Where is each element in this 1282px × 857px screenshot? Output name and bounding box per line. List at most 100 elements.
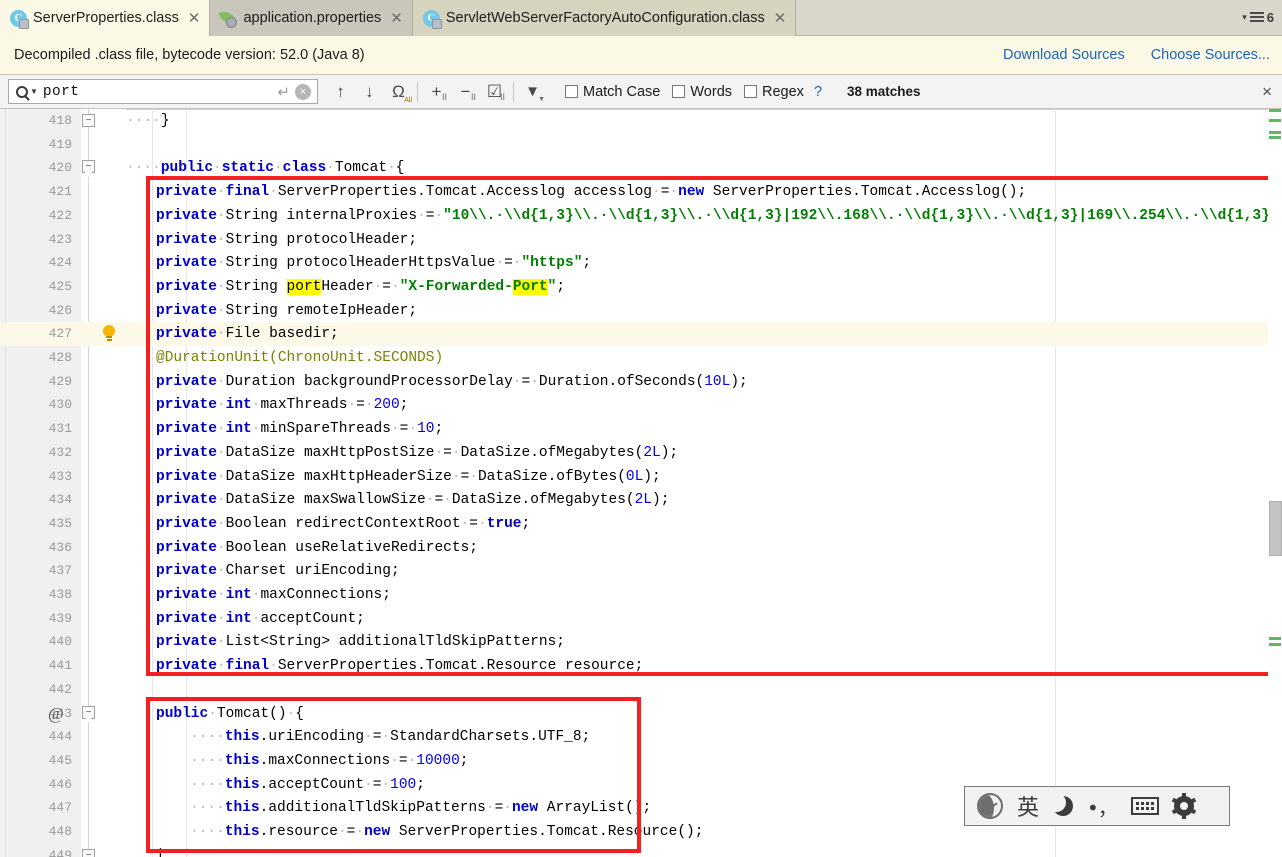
fold-region-icon[interactable]: − <box>82 705 95 724</box>
code-line[interactable]: 418 ····} <box>0 109 1282 133</box>
ime-input-toolbar[interactable]: 英 •， <box>964 786 1230 826</box>
code-line[interactable]: 436 private·Boolean useRelativeRedirects; <box>0 536 1282 560</box>
code-line[interactable]: 445 ····this.maxConnections·=·10000; <box>0 749 1282 773</box>
code-line[interactable]: 431 private·int·minSpareThreads·=·10; <box>0 417 1282 441</box>
code-line-text: private·DataSize maxHttpPostSize·=·DataS… <box>156 444 679 461</box>
regex-help-icon[interactable]: ? <box>814 84 822 100</box>
punctuation-mode-icon[interactable]: •， <box>1087 792 1118 821</box>
code-line[interactable]: 421 private·final·ServerProperties.Tomcat… <box>0 180 1282 204</box>
code-line[interactable]: 424 private·String protocolHeaderHttpsVal… <box>0 251 1282 275</box>
code-line[interactable]: 426 private·String remoteIpHeader; <box>0 299 1282 323</box>
tab-close-icon[interactable]: ✕ <box>390 11 403 26</box>
code-editor[interactable]: 418 ····} 419 420 ····public·static·class·To… <box>0 109 1282 857</box>
line-number: 430 <box>48 397 72 413</box>
regex-checkbox[interactable] <box>744 85 758 98</box>
download-sources-link[interactable]: Download Sources <box>1003 47 1125 63</box>
fold-region-icon[interactable]: − <box>82 160 95 178</box>
code-line[interactable]: 441 private·final·ServerProperties.Tomcat… <box>0 654 1282 678</box>
code-line[interactable]: 430 private·int·maxThreads·=·200; <box>0 393 1282 417</box>
occurrence-marker[interactable] <box>1269 131 1281 134</box>
match-case-checkbox[interactable] <box>565 85 578 98</box>
remove-line-button[interactable]: − II <box>451 78 480 106</box>
code-line-text: private·String protocolHeaderHttpsValue·… <box>156 255 592 272</box>
fold-region-end-icon[interactable]: − <box>82 114 95 127</box>
occurrence-marker[interactable] <box>1269 109 1281 112</box>
filter-button[interactable]: ▼ ▼ <box>518 78 547 106</box>
gear-icon[interactable] <box>1172 793 1197 819</box>
code-line[interactable]: 442 <box>0 678 1282 702</box>
line-number: 437 <box>48 563 72 579</box>
tab-close-icon[interactable]: ✕ <box>188 11 201 26</box>
code-line[interactable]: 449 | <box>0 844 1282 857</box>
match-case-option[interactable]: Match Case <box>565 84 660 100</box>
tab-close-icon[interactable]: ✕ <box>774 11 787 26</box>
choose-sources-link[interactable]: Choose Sources... <box>1151 47 1270 63</box>
search-icon <box>16 85 28 98</box>
find-previous-button[interactable]: ↑ <box>326 78 355 106</box>
line-number: 449 <box>48 847 72 857</box>
code-line[interactable]: 428 @DurationUnit(ChronoUnit.SECONDS) <box>0 346 1282 370</box>
code-line[interactable]: 438 private·int·maxConnections; <box>0 583 1282 607</box>
code-line[interactable]: 425 private·String portHeader·=·"X-Forwar… <box>0 275 1282 299</box>
code-line[interactable]: 439 private·int·acceptCount; <box>0 607 1282 631</box>
code-line[interactable]: 420 ····public·static·class·Tomcat·{ <box>0 156 1282 180</box>
fold-region-end-icon[interactable]: − <box>82 848 95 857</box>
close-find-toolbar-icon[interactable]: × <box>1262 82 1276 102</box>
code-line-text: public·Tomcat()·{ <box>156 705 304 722</box>
occurrence-marker[interactable] <box>1269 136 1281 139</box>
regex-option[interactable]: Regex <box>744 84 804 100</box>
line-number: 446 <box>48 776 72 792</box>
soft-keyboard-icon[interactable] <box>1130 797 1159 815</box>
code-line[interactable]: 437 private·Charset uriEncoding; <box>0 559 1282 583</box>
code-line[interactable]: 435 private·Boolean redirectContextRoot·=… <box>0 512 1282 536</box>
occurrence-marker[interactable] <box>1269 637 1281 640</box>
code-line-text: private·String portHeader·=·"X-Forwarded… <box>156 278 566 295</box>
toolbar-separator <box>513 81 514 102</box>
occurrence-marker[interactable] <box>1269 119 1281 122</box>
editor-marker-scrollbar[interactable] <box>1268 109 1282 857</box>
code-line[interactable]: 443 public·Tomcat()·{ <box>0 702 1282 726</box>
regex-label: Regex <box>762 83 804 100</box>
code-line[interactable]: 434 private·DataSize maxSwallowSize·=·Dat… <box>0 488 1282 512</box>
search-input[interactable]: ▼ port ↵ × <box>8 79 318 104</box>
words-checkbox[interactable] <box>672 85 686 98</box>
clear-search-icon[interactable]: × <box>295 83 311 100</box>
tab-application-properties[interactable]: application.properties ✕ <box>210 0 413 36</box>
tab-label: application.properties <box>243 10 382 26</box>
scrollbar-thumb[interactable] <box>1269 501 1282 556</box>
chevron-down-icon: ▾ <box>1242 12 1247 22</box>
occurrence-marker[interactable] <box>1269 643 1281 646</box>
code-line[interactable]: 432 private·DataSize maxHttpPostSize·=·Da… <box>0 441 1282 465</box>
ime-language-mode[interactable]: 英 <box>1017 790 1039 822</box>
line-number: 445 <box>48 752 72 768</box>
java-class-icon: C <box>10 9 29 29</box>
override-annotation-marker[interactable]: @ <box>48 704 64 724</box>
select-lines-button[interactable]: ☑ II <box>480 78 509 106</box>
code-line-text: private·String internalProxies·=·"10\\.·… <box>156 207 1282 224</box>
words-option[interactable]: Words <box>672 84 732 100</box>
tab-server-properties-class[interactable]: C ServerProperties.class ✕ <box>0 0 211 36</box>
line-number: 418 <box>48 113 72 128</box>
code-line[interactable]: 427 private·File basedir; <box>0 322 1282 347</box>
tab-overflow-indicator[interactable]: ▾ 6 <box>1242 0 1282 35</box>
code-line[interactable]: 433 private·DataSize maxHttpHeaderSize·=·… <box>0 465 1282 489</box>
code-line[interactable]: 444 ····this.uriEncoding·=·StandardCharse… <box>0 725 1282 749</box>
line-number: 424 <box>48 255 72 271</box>
select-all-occurrences-button[interactable]: Ω All <box>384 78 413 106</box>
line-number: 444 <box>48 729 72 745</box>
find-next-button[interactable]: ↓ <box>355 78 384 106</box>
sogou-logo-icon[interactable] <box>977 793 1003 819</box>
night-mode-icon[interactable] <box>1047 793 1074 816</box>
code-line[interactable]: 429 private·Duration backgroundProcessorD… <box>0 370 1282 394</box>
code-line-text: private·Boolean useRelativeRedirects; <box>156 539 478 556</box>
code-line[interactable]: 419 <box>0 133 1282 157</box>
code-line[interactable]: 440 private·List<String> additionalTldSki… <box>0 630 1282 654</box>
search-history-chevron-icon[interactable]: ▼ <box>30 87 38 96</box>
code-line-text: ····this.maxConnections·=·10000; <box>190 752 469 769</box>
tab-label: ServletWebServerFactoryAutoConfiguration… <box>445 10 765 26</box>
add-line-button[interactable]: + II <box>422 78 451 106</box>
code-line[interactable]: 423 private·String protocolHeader; <box>0 228 1282 252</box>
intention-bulb-icon[interactable] <box>102 325 116 343</box>
code-line[interactable]: 422 private·String internalProxies·=·"10\… <box>0 204 1282 228</box>
tab-servlet-web-server-factory-auto-configuration-class[interactable]: C ServletWebServerFactoryAutoConfigurati… <box>412 0 797 36</box>
